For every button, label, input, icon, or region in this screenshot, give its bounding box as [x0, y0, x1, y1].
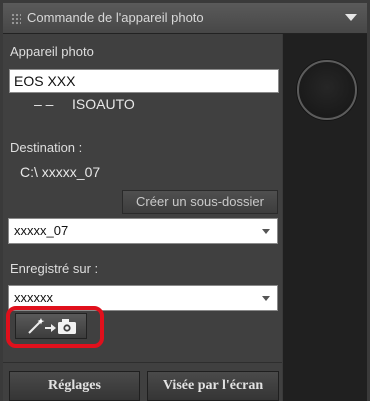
grip-icon[interactable]: [11, 13, 21, 25]
recorded-on-label: Enregistré sur :: [10, 261, 99, 276]
camera-model-field: EOS XXX: [9, 69, 279, 93]
folder-select-value: xxxxx_07: [14, 223, 69, 238]
destination-label: Destination :: [10, 140, 83, 155]
settings-button[interactable]: Réglages: [9, 371, 140, 401]
panel-title-bar[interactable]: Commande de l'appareil photo: [3, 3, 367, 34]
collapse-triangle-icon[interactable]: [345, 14, 357, 21]
preview-column: [283, 34, 367, 401]
destination-path: C:\ xxxxx_07: [20, 164, 101, 180]
camera-dial-icon: [297, 60, 357, 120]
camera-control-panel: Commande de l'appareil photo Appareil ph…: [0, 0, 370, 401]
divider: [3, 362, 282, 363]
highlight-annotation: [6, 306, 104, 348]
folder-select[interactable]: xxxxx_07: [8, 218, 278, 244]
chevron-down-icon: [262, 229, 270, 234]
camera-section-label: Appareil photo: [10, 44, 94, 59]
panel-title: Commande de l'appareil photo: [27, 10, 204, 25]
iso-value: ISOAUTO: [72, 96, 135, 112]
create-subfolder-button[interactable]: Créer un sous-dossier: [122, 190, 278, 214]
live-view-button[interactable]: Visée par l'écran: [147, 371, 279, 401]
recorded-on-value: xxxxxx: [14, 290, 53, 305]
chevron-down-icon: [262, 296, 270, 301]
camera-model-value: EOS XXX: [14, 73, 76, 89]
camera-status-dashes: – –: [34, 96, 54, 112]
